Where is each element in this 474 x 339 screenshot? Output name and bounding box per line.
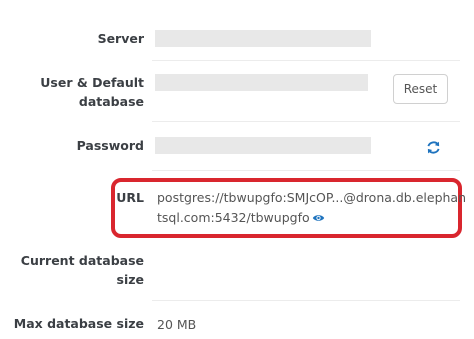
reset-button[interactable]: Reset xyxy=(393,74,448,104)
server-label: Server xyxy=(97,31,144,46)
url-label: URL xyxy=(116,190,144,205)
password-label: Password xyxy=(76,138,144,153)
url-value-line1: postgres://tbwupgfo:SMJcOP...@drona.db.e… xyxy=(157,190,467,205)
database-details-panel: Server User & Default database Reset Pas… xyxy=(0,0,474,339)
user-database-label: User & Default database xyxy=(40,75,144,109)
refresh-icon[interactable] xyxy=(426,140,441,155)
user-value-redacted xyxy=(155,74,368,91)
password-value-redacted xyxy=(155,137,371,154)
divider xyxy=(152,300,460,301)
max-size-label: Max database size xyxy=(13,316,144,331)
current-size-label: Current database size xyxy=(20,253,144,287)
eye-icon[interactable] xyxy=(312,213,325,223)
server-value-redacted xyxy=(155,30,371,47)
divider xyxy=(152,170,460,171)
url-value-line2: tsql.com:5432/tbwupgfo xyxy=(157,210,310,225)
url-value[interactable]: postgres://tbwupgfo:SMJcOP...@drona.db.e… xyxy=(157,188,466,228)
divider xyxy=(152,60,460,61)
max-size-value: 20 MB xyxy=(157,317,197,332)
divider xyxy=(152,121,460,122)
